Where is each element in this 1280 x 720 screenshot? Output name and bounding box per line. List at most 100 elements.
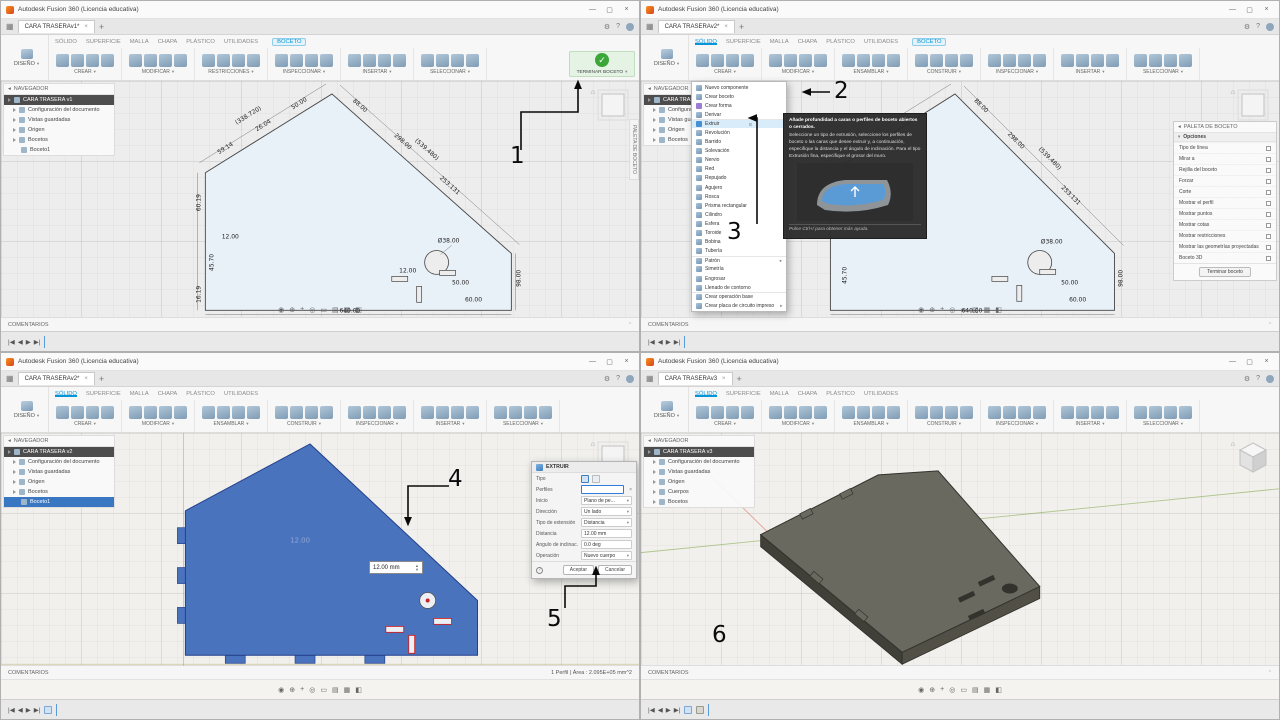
tool-icon[interactable] [988,53,1001,67]
gear-icon[interactable]: ⚙ [604,23,610,31]
checkbox[interactable] [1266,244,1271,250]
tool-icon[interactable] [799,53,812,67]
ribbon-tab[interactable]: CHAPA [158,39,178,45]
tool-icon[interactable] [305,405,318,419]
tool-icon[interactable] [56,53,69,67]
minimize-button[interactable]: — [1225,355,1240,368]
go-to-end-button[interactable]: ▶| [34,338,41,346]
tool-icon[interactable] [129,405,142,419]
taper-angle-field[interactable]: 0.0 deg [581,540,632,549]
go-to-end-button[interactable]: ▶| [674,706,681,714]
ribbon-tab[interactable]: MALLA [130,391,149,397]
help-icon[interactable]: ? [616,23,620,30]
menu-item[interactable]: Patrón ▸ [692,255,786,265]
tool-icon[interactable] [872,405,885,419]
tool-icon[interactable] [86,405,99,419]
tool-icon[interactable] [348,53,361,67]
tool-icon[interactable] [769,53,782,67]
tool-icon[interactable] [1003,53,1016,67]
close-button[interactable]: × [1259,3,1274,16]
tool-icon[interactable] [1106,405,1119,419]
display-settings-icon[interactable]: ▤ [972,306,979,314]
tool-icon[interactable] [144,405,157,419]
tool-icon[interactable] [1106,53,1119,67]
expander-icon[interactable] [13,108,16,112]
view-cube[interactable] [595,87,631,123]
tool-icon[interactable] [144,53,157,67]
expander-icon[interactable] [13,118,16,122]
menu-item[interactable]: Red [692,165,786,174]
timeline-marker[interactable] [708,703,710,716]
checkbox[interactable] [1266,178,1271,184]
look-at-icon[interactable]: ⊕ [929,686,935,694]
avatar[interactable] [626,374,634,383]
expander-icon[interactable] [8,98,11,102]
distance-input[interactable]: 12.00 mm ▲ ▼ [369,561,423,574]
expander-icon[interactable] [13,128,16,132]
palette-option[interactable]: Mirar a [1174,153,1276,164]
ribbon-tab[interactable]: PLÁSTICO [186,391,215,397]
view-cube[interactable] [1235,87,1271,123]
tool-icon[interactable] [202,53,215,67]
tool-icon[interactable] [696,53,709,67]
tool-icon[interactable] [1061,405,1074,419]
pan-icon[interactable]: + [300,306,304,314]
canvas-viewport[interactable]: 12.00 ◂ NAVEGADOR CARA TRASERA v2 Config… [1,433,639,667]
tool-icon[interactable] [799,405,812,419]
tool-icon[interactable] [1091,53,1104,67]
toolbar-group-label[interactable]: SELECCIONAR [503,421,539,427]
ribbon-tab[interactable]: UTILIDADES [224,391,258,397]
pan-icon[interactable]: + [940,686,944,693]
tool-icon[interactable] [1076,405,1089,419]
canvas-viewport[interactable]: ◂ NAVEGADOR CARA TRASERA v3 Configuració… [641,433,1279,666]
tool-icon[interactable] [1076,53,1089,67]
tool-icon[interactable] [1018,405,1031,419]
ribbon-tab[interactable]: SUPERFICIE [726,39,761,45]
comments-bar[interactable]: COMENTARIOS ⌃ [641,665,1279,679]
toolbar-group-label[interactable]: CREAR [74,69,92,75]
look-at-icon[interactable]: ⊕ [289,686,295,694]
collapse-icon[interactable]: ◂ [1178,124,1181,130]
toolbar-group-label[interactable]: CREAR [714,421,732,427]
go-to-start-button[interactable]: |◀ [8,706,15,714]
ribbon-tab[interactable]: UTILIDADES [864,39,898,45]
workspace-switcher[interactable]: DISEÑO ▾ [5,35,49,80]
tool-icon[interactable] [393,405,406,419]
menu-item[interactable]: Tubería [692,247,786,256]
cancel-button[interactable]: Cancelar [597,565,632,575]
palette-option[interactable]: Mostrar las geometrías proyectadas [1174,241,1276,252]
tree-root-document[interactable]: CARA TRASERA v2 [4,447,114,457]
tool-icon[interactable] [451,53,464,67]
extrude-type-button[interactable] [581,474,589,483]
tree-item[interactable]: Cuerpos [644,487,754,497]
tree-item[interactable]: Bocetos [4,487,114,497]
zoom-icon[interactable]: ◎ [949,686,955,694]
canvas-viewport[interactable]: 640.00 (539.480) 298.00 253.131 88.00 (3… [1,81,639,317]
ribbon-tab[interactable]: SUPERFICIE [86,391,121,397]
checkbox[interactable] [1266,222,1271,228]
workspace-switcher[interactable]: DISEÑO ▾ [645,35,689,80]
grid-settings-icon[interactable]: ▦ [344,686,351,694]
fit-icon[interactable]: ▭ [960,306,967,314]
extent-type-select[interactable]: Distancia ▾ [581,518,632,527]
tool-icon[interactable] [275,53,288,67]
tool-icon[interactable] [159,405,172,419]
tree-root-document[interactable]: CARA TRASERA v1 [4,95,114,105]
orbit-icon[interactable]: ◉ [918,306,924,314]
viewports-icon[interactable]: ◧ [995,686,1002,694]
tool-icon[interactable] [1149,53,1162,67]
go-to-end-button[interactable]: ▶| [34,706,41,714]
direction-select[interactable]: Un lado ▾ [581,507,632,516]
expander-icon[interactable] [653,500,656,504]
tree-item[interactable]: Vistas guardadas [4,467,114,477]
checkbox[interactable] [1266,156,1271,162]
tool-icon[interactable] [872,53,885,67]
ribbon-tab-boceto[interactable]: BOCETO [272,37,307,46]
tool-icon[interactable] [930,405,943,419]
palette-option[interactable]: Tipo de línea [1174,142,1276,153]
tool-icon[interactable] [466,405,479,419]
toolbar-group-label[interactable]: MODIFICAR [142,421,170,427]
app-grid-icon[interactable]: ▦ [6,374,14,383]
viewports-icon[interactable]: ◧ [355,306,362,314]
toolbar-group-label[interactable]: INSERTAR [1075,69,1100,75]
